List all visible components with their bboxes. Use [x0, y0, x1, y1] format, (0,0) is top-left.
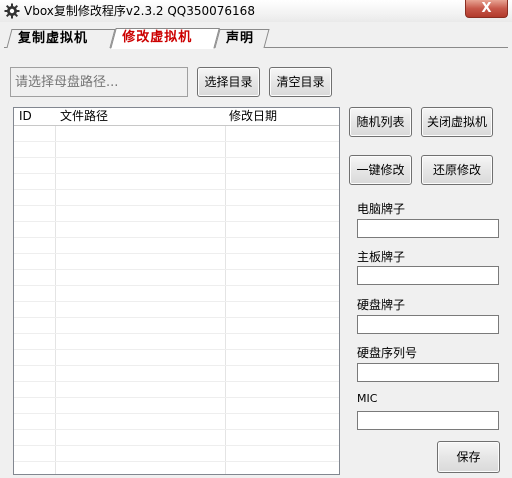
- one-key-modify-button[interactable]: 一键修改: [349, 155, 412, 185]
- disk-brand-field[interactable]: [357, 315, 499, 334]
- path-input[interactable]: [10, 67, 188, 97]
- select-dir-button[interactable]: 选择目录: [197, 67, 260, 97]
- tab-label: 声明: [226, 31, 255, 46]
- disk-serial-field[interactable]: [357, 363, 499, 382]
- mic-label: MIC: [357, 392, 378, 405]
- save-button[interactable]: 保存: [437, 441, 500, 473]
- close-button[interactable]: X: [465, 0, 508, 18]
- pc-brand-field[interactable]: [357, 219, 499, 238]
- close-vm-button[interactable]: 关闭虚拟机: [421, 107, 493, 137]
- gear-icon: [4, 3, 20, 19]
- clear-dir-button[interactable]: 清空目录: [269, 67, 332, 97]
- column-header-date[interactable]: 修改日期: [229, 109, 277, 123]
- restore-modify-button[interactable]: 还原修改: [421, 155, 493, 185]
- random-list-button[interactable]: 随机列表: [349, 107, 412, 137]
- file-list-table[interactable]: ID 文件路径 修改日期: [13, 107, 340, 475]
- table-header: ID 文件路径 修改日期: [14, 108, 339, 126]
- board-brand-field[interactable]: [357, 266, 499, 285]
- tab-label: 复制虚拟机: [18, 31, 89, 46]
- tab-copy-vm[interactable]: 复制虚拟机: [6, 29, 116, 48]
- window-title: Vbox复制修改程序v2.3.2 QQ350076168: [24, 4, 255, 18]
- disk-brand-label: 硬盘牌子: [357, 298, 406, 312]
- table-rows: [14, 126, 339, 474]
- board-brand-label: 主板牌子: [357, 250, 406, 264]
- mic-field[interactable]: [357, 411, 499, 430]
- tab-label: 修改虚拟机: [122, 30, 193, 45]
- tab-modify-vm[interactable]: 修改虚拟机: [110, 28, 220, 49]
- tab-statement[interactable]: 声明: [214, 29, 270, 48]
- title-bar: Vbox复制修改程序v2.3.2 QQ350076168: [0, 0, 512, 22]
- pc-brand-label: 电脑牌子: [357, 202, 406, 216]
- column-header-path[interactable]: 文件路径: [60, 109, 108, 123]
- disk-serial-label: 硬盘序列号: [357, 346, 418, 360]
- column-header-id[interactable]: ID: [19, 109, 32, 123]
